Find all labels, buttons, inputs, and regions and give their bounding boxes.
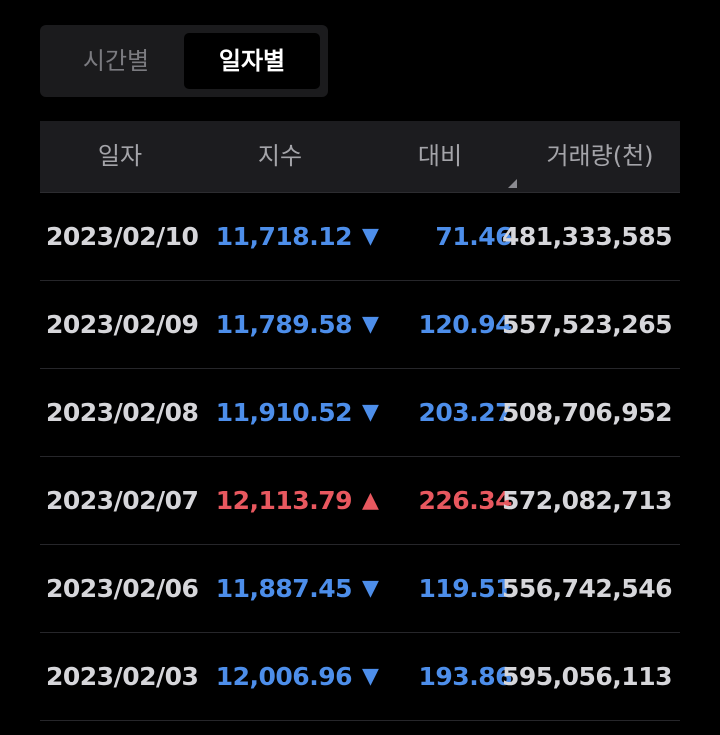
table-body: 2023/02/10 11,718.12 ▼ 71.46 481,333,585 2023… <box>40 193 680 721</box>
row-volume: 481,333,585 <box>501 222 673 251</box>
row-date: 2023/02/06 <box>46 574 199 603</box>
row-change-value: 193.86 <box>418 662 513 691</box>
table-row[interactable]: 2023/02/09 11,789.58 ▼ 120.94 557,523,265 <box>40 281 680 369</box>
tab-by-time[interactable]: 시간별 <box>48 33 184 89</box>
index-daily-view: 시간별 일자별 일자 지수 대비 거래량(천) 2023/02/10 11,718… <box>0 0 720 735</box>
row-date: 2023/02/10 <box>46 222 199 251</box>
daily-index-table: 일자 지수 대비 거래량(천) 2023/02/10 11,718.12 ▼ 71.4… <box>40 121 680 721</box>
table-row[interactable]: 2023/02/07 12,113.79 ▲ 226.34 572,082,713 <box>40 457 680 545</box>
row-change-value: 120.94 <box>418 310 513 339</box>
row-date: 2023/02/09 <box>46 310 199 339</box>
down-arrow-icon: ▼ <box>362 576 379 601</box>
row-volume: 572,082,713 <box>501 486 673 515</box>
row-change-value: 203.27 <box>418 398 513 427</box>
row-change-value: 226.34 <box>418 486 513 515</box>
header-change[interactable]: 대비 <box>360 121 520 192</box>
header-date: 일자 <box>97 142 143 170</box>
row-volume: 557,523,265 <box>501 310 673 339</box>
header-index: 지수 <box>257 142 303 170</box>
down-arrow-icon: ▼ <box>362 312 379 337</box>
row-index-value: 11,887.45 <box>215 574 353 603</box>
table-row[interactable]: 2023/02/06 11,887.45 ▼ 119.51 556,742,546 <box>40 545 680 633</box>
table-row[interactable]: 2023/02/10 11,718.12 ▼ 71.46 481,333,585 <box>40 193 680 281</box>
table-header: 일자 지수 대비 거래량(천) <box>40 121 680 193</box>
row-date: 2023/02/03 <box>46 662 199 691</box>
row-index-value: 11,718.12 <box>215 222 353 251</box>
down-arrow-icon: ▼ <box>362 224 379 249</box>
table-row[interactable]: 2023/02/08 11,910.52 ▼ 203.27 508,706,952 <box>40 369 680 457</box>
row-volume: 556,742,546 <box>501 574 673 603</box>
row-change-value: 71.46 <box>435 222 512 251</box>
row-index-value: 11,789.58 <box>215 310 353 339</box>
row-volume: 508,706,952 <box>501 398 673 427</box>
row-index-value: 12,006.96 <box>215 662 353 691</box>
row-index-value: 12,113.79 <box>215 486 353 515</box>
header-volume: 거래량(천) <box>546 142 654 170</box>
up-arrow-icon: ▲ <box>362 488 379 513</box>
down-arrow-icon: ▼ <box>362 664 379 689</box>
row-date: 2023/02/07 <box>46 486 199 515</box>
down-arrow-icon: ▼ <box>362 400 379 425</box>
row-volume: 595,056,113 <box>501 662 673 691</box>
period-toggle: 시간별 일자별 <box>40 25 328 97</box>
row-change-value: 119.51 <box>418 574 513 603</box>
sort-corner-icon <box>508 179 517 188</box>
row-index-value: 11,910.52 <box>215 398 353 427</box>
tab-by-day[interactable]: 일자별 <box>184 33 320 89</box>
row-date: 2023/02/08 <box>46 398 199 427</box>
table-row[interactable]: 2023/02/03 12,006.96 ▼ 193.86 595,056,113 <box>40 633 680 721</box>
